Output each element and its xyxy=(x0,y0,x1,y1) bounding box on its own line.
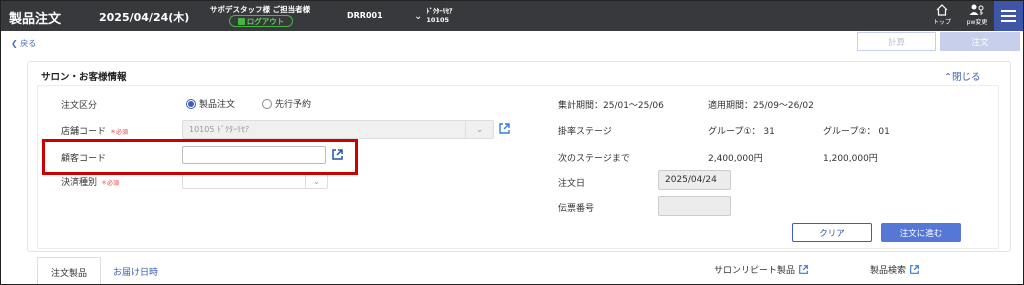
menu-line xyxy=(1001,15,1016,17)
proceed-to-order-button[interactable]: 注文に進む xyxy=(881,223,961,242)
panel-title: サロン・お客様情報 xyxy=(41,72,127,83)
chevron-down-icon: ⌄ xyxy=(414,10,423,22)
salon-repeat-products-link[interactable]: サロンリピート製品 xyxy=(714,263,809,276)
store-code-select[interactable]: 10105 ﾄﾞｸﾀｰﾘｾｱ ⌄ xyxy=(182,120,494,139)
back-label: 戻る xyxy=(20,39,37,48)
store-code: 10105 xyxy=(426,16,450,24)
slip-number-field xyxy=(658,196,731,216)
payment-type-label-text: 決済種別 xyxy=(61,178,98,188)
required-mark: ＊必須 xyxy=(110,129,129,136)
slip-number-label: 伝票番号 xyxy=(558,204,595,214)
rate-stage-label: 掛率ステージ xyxy=(558,127,612,137)
collapse-toggle[interactable]: ⌃閉じる xyxy=(944,69,980,83)
order-type-label: 注文区分 xyxy=(61,101,98,111)
external-link-icon xyxy=(910,265,919,274)
chevron-down-icon: ⌄ xyxy=(465,121,493,138)
next-stage-amount-2: 1,200,000円 xyxy=(823,154,878,164)
next-stage-label: 次のステージまで xyxy=(558,154,630,164)
home-label: トップ xyxy=(932,19,951,26)
logout-button[interactable]: ログアウト xyxy=(229,15,293,27)
group2-value: グループ②： 01 xyxy=(823,127,890,137)
tab-order-products[interactable]: 注文製品 xyxy=(37,257,101,284)
external-link-icon xyxy=(799,265,808,274)
radio-product-order[interactable]: 製品注文 xyxy=(186,97,235,110)
group1-value: グループ①： 31 xyxy=(708,127,775,137)
payment-type-select[interactable]: ⌄ xyxy=(182,175,328,189)
menu-line xyxy=(1001,10,1016,12)
external-link-icon[interactable] xyxy=(498,122,511,135)
app-window: 製品注文 2025/04/24(木) サポデスタッフ様 ご担当者様 ログアウト … xyxy=(0,0,1024,285)
radio-label: 先行予約 xyxy=(275,100,312,110)
app-title: 製品注文 xyxy=(9,12,62,27)
chevron-up-icon: ⌃ xyxy=(944,72,952,83)
user-code: DRR001 xyxy=(347,11,383,20)
home-button[interactable]: トップ xyxy=(931,3,953,29)
radio-label: 製品注文 xyxy=(199,100,236,110)
back-link[interactable]: ❮ 戻る xyxy=(11,38,36,49)
chevron-down-icon: ⌄ xyxy=(305,175,327,188)
user-key-icon xyxy=(969,4,984,15)
pw-label: pw変更 xyxy=(966,19,988,26)
aggregate-period: 集計期間：25/01～25/06 xyxy=(558,101,664,111)
store-selector[interactable]: ⌄ ﾄﾞｸﾀｰﾘｾｱ 10105 xyxy=(414,4,452,28)
store-code-label: 店舗コード ＊必須 xyxy=(61,124,128,137)
customer-code-highlight xyxy=(42,139,358,175)
clear-button[interactable]: クリア xyxy=(792,223,872,242)
menu-line xyxy=(1001,20,1016,22)
logout-label: ログアウト xyxy=(246,16,285,26)
staff-name: サポデスタッフ様 ご担当者様 xyxy=(210,5,311,14)
search-link-label: 製品検索 xyxy=(870,266,907,276)
store-code-value: 10105 ﾄﾞｸﾀｰﾘｾｱ xyxy=(189,125,249,134)
top-header-bar: 製品注文 2025/04/24(木) サポデスタッフ様 ご担当者様 ログアウト … xyxy=(1,1,1023,31)
order-date-field: 2025/04/24 xyxy=(658,170,731,190)
header-date: 2025/04/24(木) xyxy=(99,11,190,24)
hamburger-menu-button[interactable] xyxy=(994,1,1023,31)
order-button[interactable]: 注文 xyxy=(940,32,1020,51)
repeat-link-label: サロンリピート製品 xyxy=(714,266,796,276)
payment-type-label: 決済種別 ＊必須 xyxy=(61,175,119,188)
radio-selected-icon xyxy=(186,98,196,109)
radio-pre-order[interactable]: 先行予約 xyxy=(262,97,311,110)
calculate-button[interactable]: 計算 xyxy=(857,32,936,51)
logout-icon xyxy=(237,17,245,25)
password-change-button[interactable]: pw変更 xyxy=(963,3,991,29)
product-search-link[interactable]: 製品検索 xyxy=(870,263,920,276)
store-code-label-text: 店舗コード xyxy=(61,127,107,137)
home-icon xyxy=(936,4,948,16)
applicable-period: 適用期間：25/09～26/02 xyxy=(708,101,814,111)
chevron-left-icon: ❮ xyxy=(11,39,21,48)
required-mark: ＊必須 xyxy=(101,180,120,187)
tab-delivery-datetime[interactable]: お届け日時 xyxy=(113,265,158,278)
radio-unselected-icon xyxy=(262,98,272,109)
order-date-label: 注文日 xyxy=(558,179,586,189)
collapse-label: 閉じる xyxy=(951,72,981,83)
next-stage-amount-1: 2,400,000円 xyxy=(708,154,763,164)
store-name: ﾄﾞｸﾀｰﾘｾｱ xyxy=(426,7,453,15)
